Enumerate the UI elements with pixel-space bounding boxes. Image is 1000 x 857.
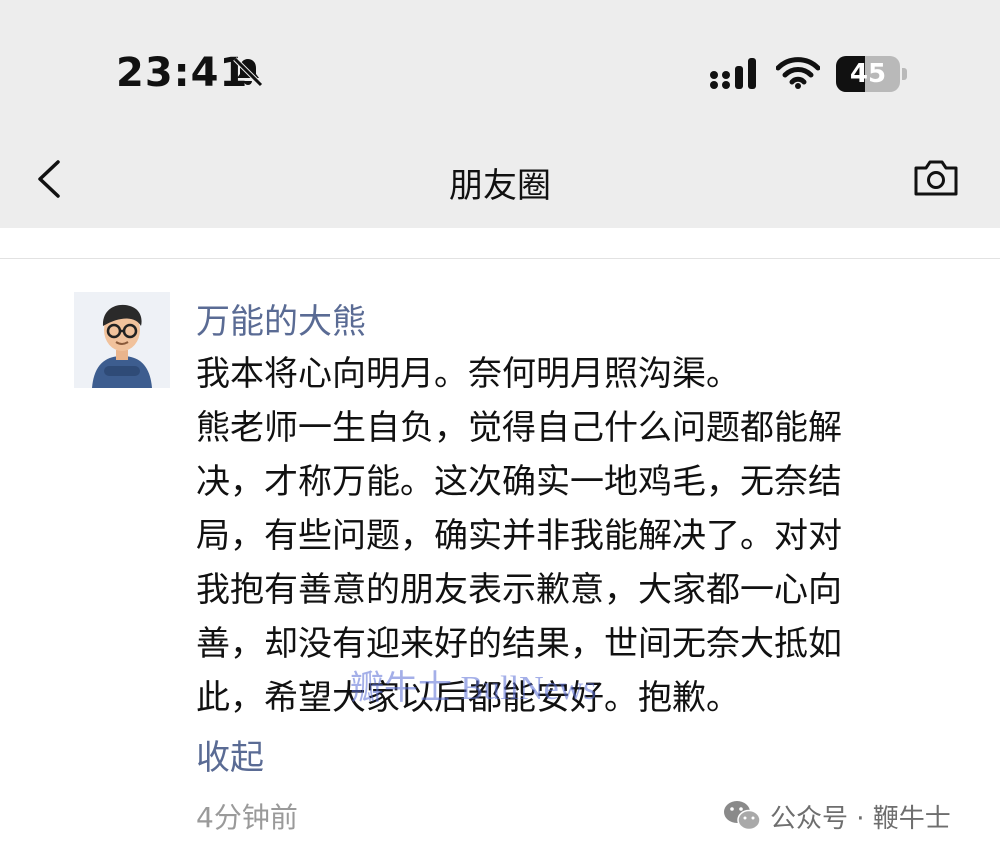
source-label: 公众号 · 鞭牛士 [770,803,951,834]
bell-muted-icon [233,57,263,87]
post-line: 我抱有善意的朋友表示歉意，大家都一心向 [196,570,842,610]
page-title: 朋友圈 [449,166,551,206]
post-line: 我本将心向明月。奈何明月照沟渠。 [196,354,740,394]
post-line: 决，才称万能。这次确实一地鸡毛，无奈结 [196,462,842,502]
post-line: 熊老师一生自负，觉得自己什么问题都能解 [196,408,842,448]
collapse-link[interactable]: 收起 [196,730,264,779]
battery-icon: 45 [836,56,908,92]
post-timestamp: 4分钟前 [196,801,298,834]
camera-icon[interactable] [912,156,960,198]
post-line: 局，有些问题，确实并非我能解决了。对对 [196,516,842,556]
battery-percent: 45 [849,59,887,89]
cellular-signal-icon [710,58,756,89]
source-attribution: 公众号 · 鞭牛士 [722,796,951,836]
wechat-icon [724,801,761,831]
divider [0,258,1000,259]
author-name[interactable]: 万能的大熊 [196,294,366,343]
avatar[interactable] [74,292,170,388]
watermark: 瓣牛士 BullNews [350,670,597,707]
status-time: 23:41 [116,50,249,96]
wifi-icon [776,57,820,89]
